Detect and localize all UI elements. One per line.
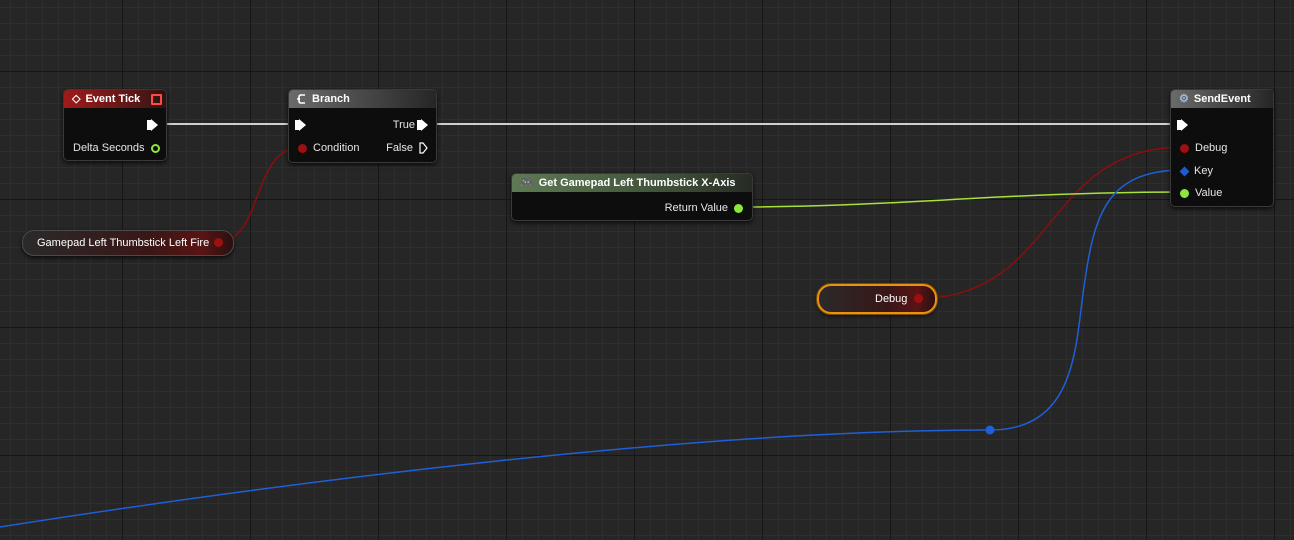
event-tick-header[interactable]: ◇ Event Tick [64,90,166,108]
event-tick-title: Event Tick [85,93,141,105]
get-gamepad-header[interactable]: 🎮 Get Gamepad Left Thumbstick X-Axis [512,174,752,192]
gamepad-icon: 🎮 [520,177,534,189]
send-event-value-row[interactable]: Value [1180,186,1222,200]
send-event-title: SendEvent [1193,93,1251,105]
event-diamond-icon: ◇ [72,93,81,105]
send-event-header[interactable]: ⚙ SendEvent [1171,90,1273,108]
gamepad-variable-node[interactable]: Gamepad Left Thumbstick Left Fire [22,230,234,256]
delta-seconds-pin-row[interactable]: Delta Seconds [73,141,160,155]
get-gamepad-node[interactable]: 🎮 Get Gamepad Left Thumbstick X-Axis Ret… [511,173,753,221]
delta-seconds-label: Delta Seconds [73,142,145,154]
debug-pin-icon[interactable] [1180,143,1189,153]
value-pin-icon[interactable] [1180,188,1189,198]
wire-layer [0,123,1185,528]
send-event-debug-label: Debug [1195,142,1228,154]
exec-in-pin-icon[interactable] [1177,119,1188,131]
return-value-pin-icon[interactable] [734,203,743,213]
debug-variable-node[interactable]: Debug [817,284,937,314]
exec-out-pin-icon[interactable] [147,119,158,131]
key-pin-icon[interactable] [1179,166,1190,176]
delta-seconds-pin-icon[interactable] [150,143,160,153]
send-event-key-label: Key [1194,165,1213,177]
branch-condition-label: Condition [313,142,360,154]
float-wire-returnvalue-to-value[interactable] [735,191,1185,208]
key-wire-to-sendevent-key[interactable] [0,169,1185,528]
exec-false-pin-icon[interactable] [419,142,428,154]
branch-node[interactable]: Branch True Condition False [288,89,437,163]
delegate-pin-icon[interactable] [151,94,162,105]
branch-condition-row[interactable]: Condition [298,141,359,155]
branch-header[interactable]: Branch [289,90,436,108]
return-value-label: Return Value [664,202,728,214]
branch-false-row[interactable]: False [386,141,428,155]
send-event-key-row[interactable]: Key [1179,164,1213,178]
branch-true-label: True [392,119,415,131]
branch-icon [297,94,305,104]
send-event-value-label: Value [1195,187,1223,199]
return-value-row[interactable]: Return Value [665,201,743,215]
gamepad-variable-label: Gamepad Left Thumbstick Left Fire [37,237,210,249]
condition-pin-icon[interactable] [298,143,307,153]
send-event-debug-row[interactable]: Debug [1180,141,1227,155]
get-gamepad-title: Get Gamepad Left Thumbstick X-Axis [538,177,736,189]
debug-variable-label: Debug [875,293,908,305]
branch-false-label: False [386,142,413,154]
gamepad-variable-pin-icon[interactable] [214,238,223,247]
branch-exec-in-row[interactable] [295,118,306,132]
debug-variable-pin-icon[interactable] [914,294,923,303]
exec-true-pin-icon[interactable] [417,119,428,131]
branch-true-row[interactable]: True [393,118,428,132]
bool-wire-debug-to-sendevent[interactable] [914,146,1185,300]
send-event-exec-in-row[interactable] [1177,118,1188,132]
event-tick-exec-out-row[interactable] [147,118,158,132]
reroute-knot[interactable] [985,425,995,435]
gear-icon: ⚙ [1179,93,1189,105]
exec-in-pin-icon[interactable] [295,119,306,131]
event-tick-node[interactable]: ◇ Event Tick Delta Seconds [63,89,167,161]
branch-title: Branch [312,93,350,105]
send-event-node[interactable]: ⚙ SendEvent Debug Key Value [1170,89,1274,207]
